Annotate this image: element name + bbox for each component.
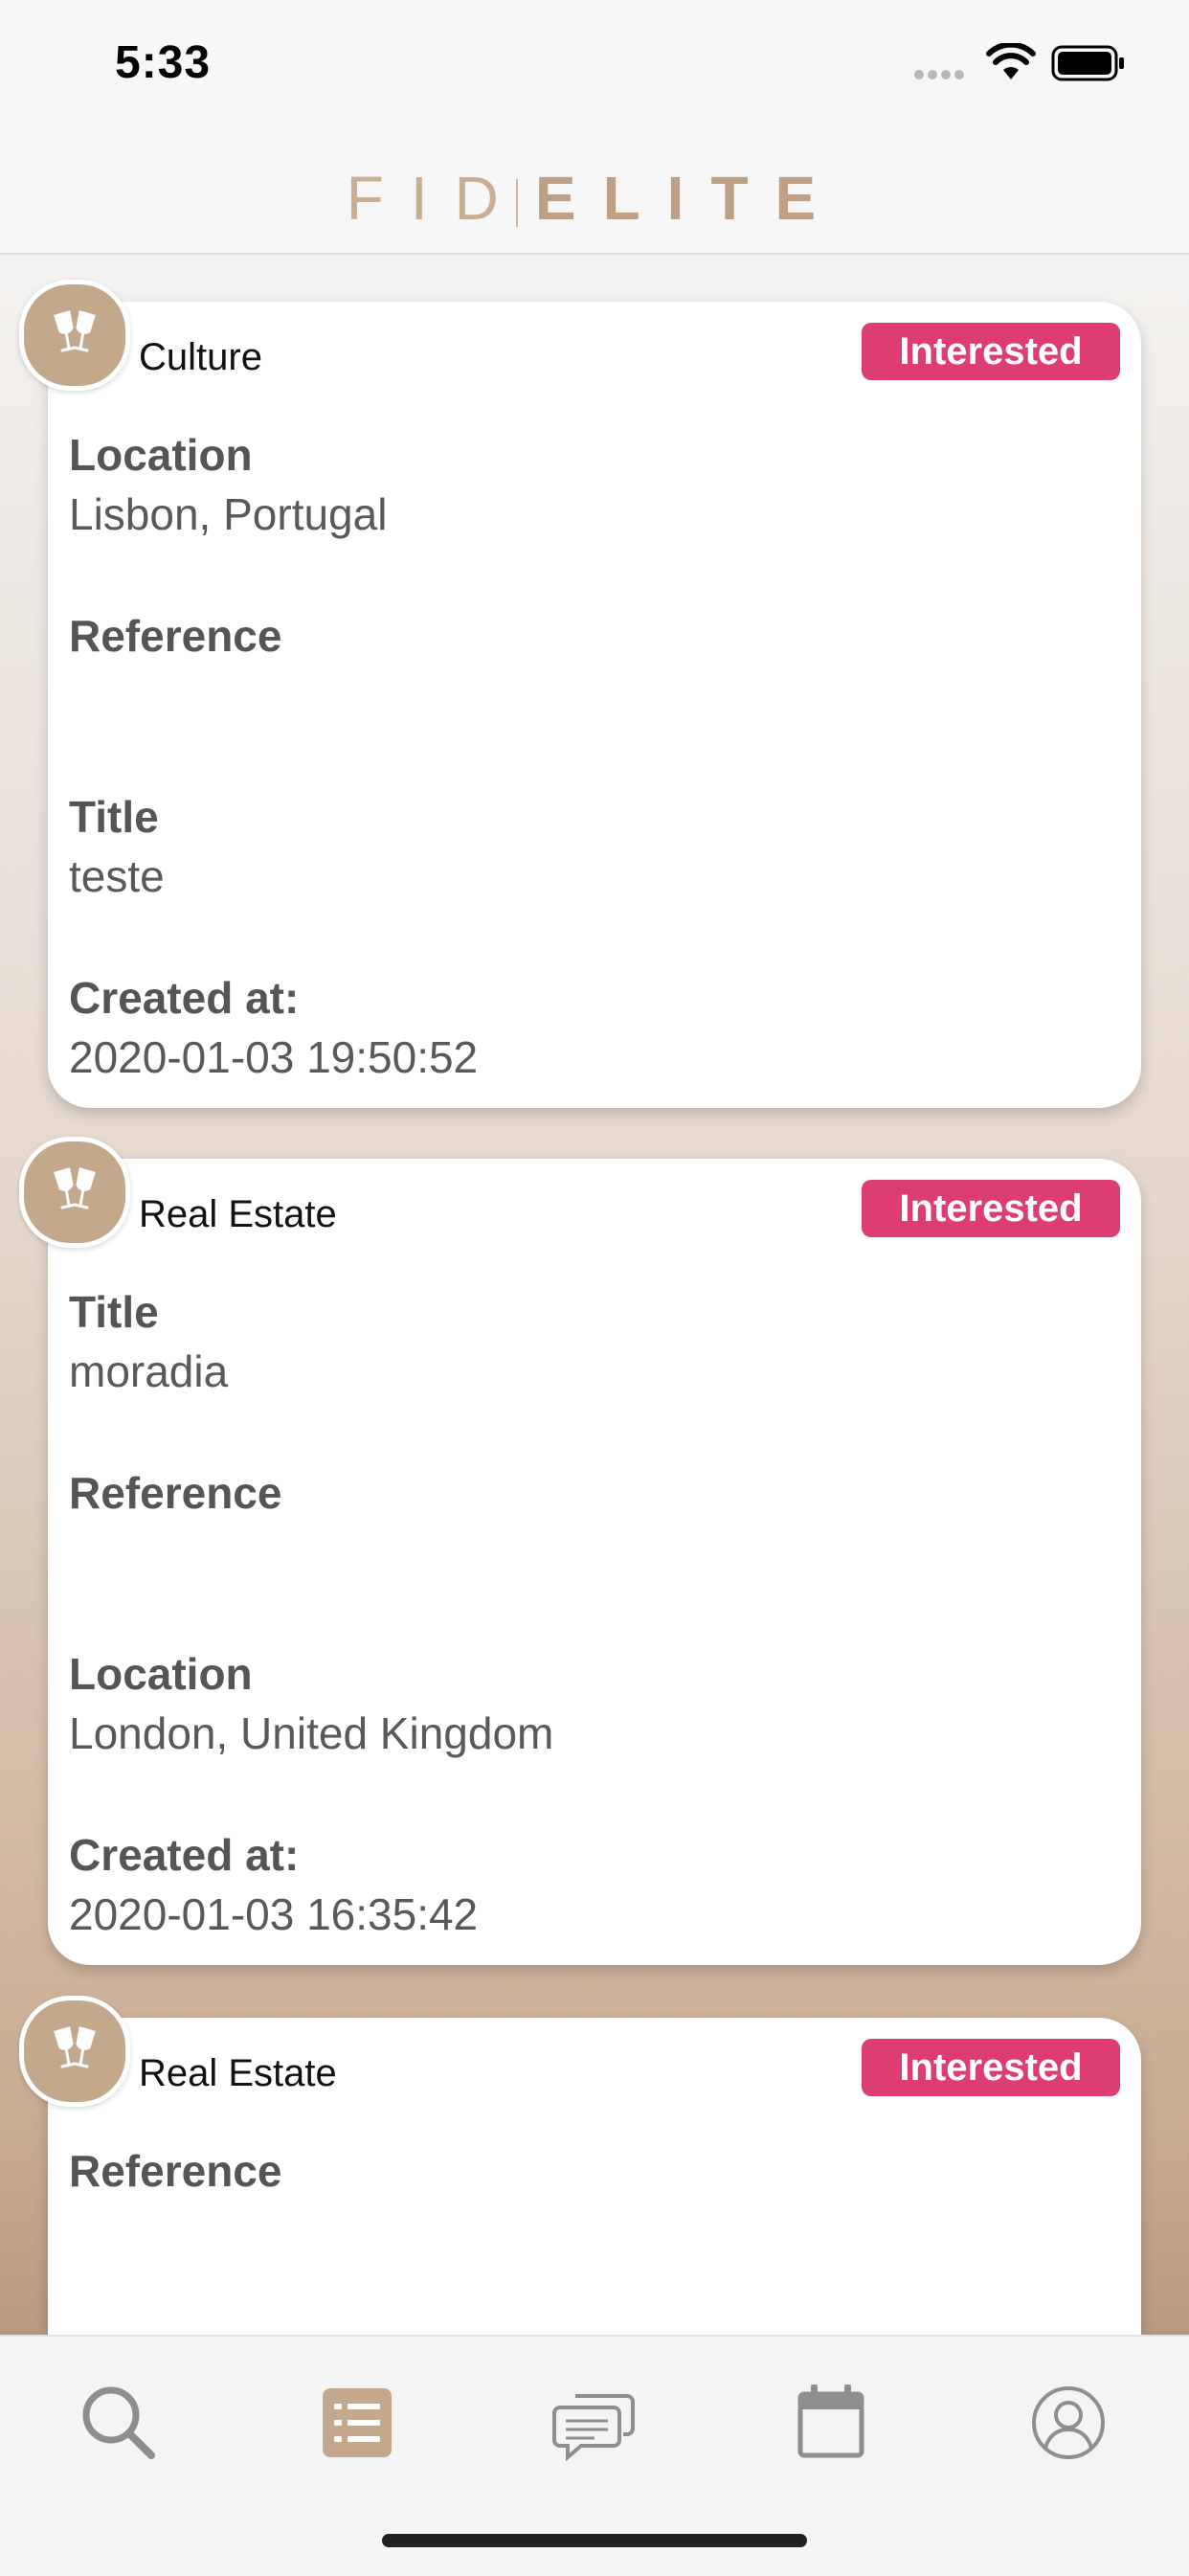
calendar-icon [797,2384,864,2458]
field-value: Lisbon, Portugal [69,489,388,539]
logo-text-bold: ELITE [534,164,843,233]
field-value: teste [69,851,165,901]
app-header: FID ELITE [0,124,1189,255]
status-badge: Interested [862,1180,1120,1237]
field-label: Reference [69,2146,282,2196]
app-logo: FID ELITE [0,163,1189,234]
logo-separator [515,179,518,228]
request-card[interactable]: Culture Interested Location Lisbon, Port… [48,302,1141,1108]
home-indicator[interactable] [382,2534,807,2547]
search-icon [82,2386,155,2459]
field-label: Reference [69,611,282,661]
status-badge: Interested [862,323,1120,380]
category-avatar [19,1137,130,1248]
field-label: Location [69,430,253,480]
field-label: Title [69,1287,159,1337]
status-time: 5:33 [115,37,212,88]
list-icon [323,2388,392,2457]
chat-icon [552,2394,635,2462]
card-category: Real Estate [139,2052,337,2094]
tab-messages[interactable] [547,2375,642,2471]
tab-calendar[interactable] [783,2375,879,2471]
card-category: Culture [139,336,262,378]
field-label: Title [69,792,159,842]
field-value: London, United Kingdom [69,1708,554,1758]
card-category: Real Estate [139,1193,337,1235]
wifi-icon [986,41,1036,86]
field-label: Created at: [69,1830,300,1880]
status-badge: Interested [862,2039,1120,2096]
battery-icon [1051,45,1126,86]
field-value: moradia [69,1346,229,1396]
field-label: Created at: [69,973,300,1023]
field-label: Location [69,1649,253,1699]
tab-search[interactable] [71,2375,167,2471]
cellular-signal-icon [914,67,968,84]
tab-profile[interactable] [1021,2375,1116,2471]
category-avatar [19,1996,130,2107]
category-avatar [19,280,130,391]
tab-requests[interactable] [309,2375,405,2471]
profile-icon [1032,2386,1105,2459]
field-value: 2020-01-03 16:35:42 [69,1889,479,1939]
request-card[interactable]: Real Estate Interested Title moradia Ref… [48,1159,1141,1965]
field-label: Reference [69,1468,282,1518]
champagne-glasses-icon [54,310,96,352]
status-bar: 5:33 [0,0,1189,124]
field-value: 2020-01-03 19:50:52 [69,1032,479,1082]
champagne-glasses-icon [54,1167,96,1209]
champagne-glasses-icon [54,2026,96,2068]
logo-text-light: FID [346,164,526,233]
